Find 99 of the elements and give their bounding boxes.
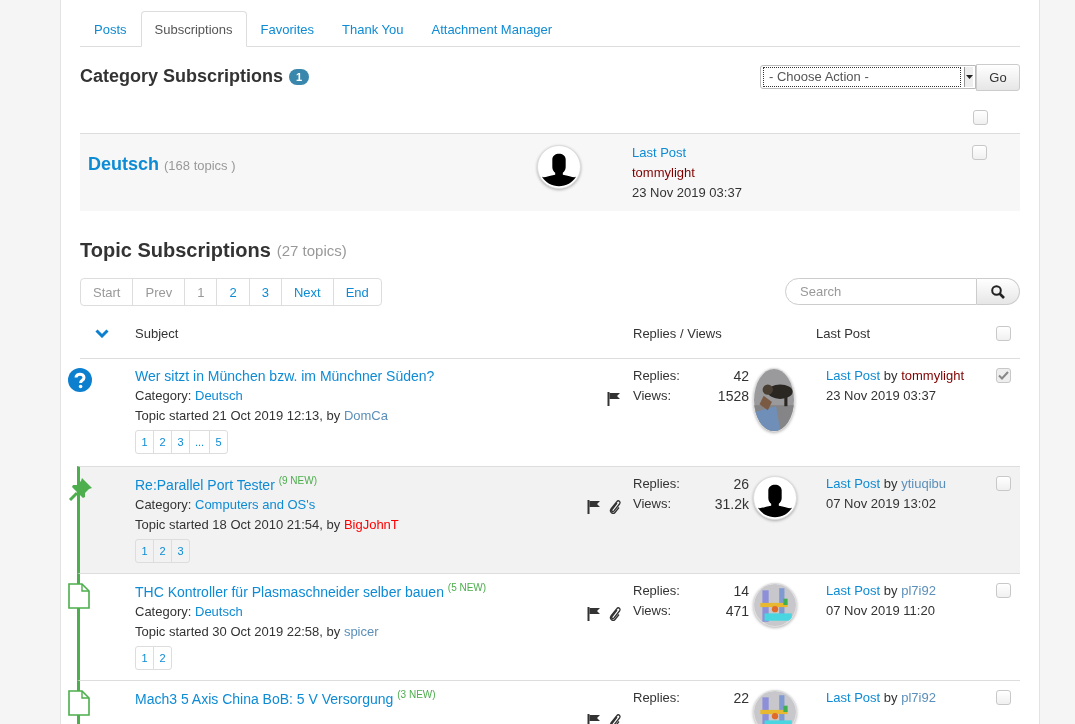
checkbox[interactable] xyxy=(996,368,1011,383)
document-icon xyxy=(68,583,90,609)
views-label: Views: xyxy=(633,388,673,404)
post-date: 07 Nov 2019 13:02 xyxy=(826,496,937,512)
username-link[interactable]: pl7i92 xyxy=(901,690,936,705)
last-post-link[interactable]: Last Post xyxy=(826,368,881,383)
topic-started-text: Topic started 18 Oct 2010 21:54, by xyxy=(135,517,341,532)
checkbox[interactable] xyxy=(972,145,987,160)
category-label: Category: xyxy=(135,497,192,512)
by-text: by xyxy=(883,368,898,383)
views-count: 471 xyxy=(725,603,749,619)
page-button[interactable]: ... xyxy=(189,430,211,454)
pin-icon xyxy=(68,476,94,502)
username-link[interactable]: ytiuqibu xyxy=(901,476,946,491)
category-link[interactable]: Deutsch xyxy=(195,604,243,619)
topic-title-link[interactable]: Wer sitzt in München bzw. im Münchner Süden? xyxy=(135,368,435,384)
checkbox[interactable] xyxy=(996,476,1011,491)
search-button[interactable] xyxy=(977,278,1020,305)
page-button[interactable]: End xyxy=(332,278,382,306)
checkbox[interactable] xyxy=(996,583,1011,598)
go-button[interactable]: Go xyxy=(976,64,1020,91)
username-link[interactable]: BigJohnT xyxy=(343,517,399,532)
category-link[interactable]: Deutsch xyxy=(195,388,243,403)
topic-count: (27 topics) xyxy=(276,242,347,259)
paperclip-icon[interactable] xyxy=(609,714,621,724)
paperclip-icon[interactable] xyxy=(609,500,621,514)
page-button[interactable]: 2 xyxy=(153,646,172,670)
replies-count: 42 xyxy=(733,368,749,384)
flag-icon[interactable] xyxy=(587,607,601,621)
post-date: 23 Nov 2019 03:37 xyxy=(632,185,743,201)
page-button[interactable]: 2 xyxy=(216,278,250,306)
topic-started-text: Topic started 21 Oct 2019 12:13, by xyxy=(135,408,341,423)
views-count: 31.2k xyxy=(714,496,749,512)
last-post-link[interactable]: Last Post xyxy=(826,476,881,491)
checkbox[interactable] xyxy=(996,690,1011,705)
username-link[interactable]: DomCa xyxy=(343,408,388,423)
search-field[interactable]: Search xyxy=(785,278,977,305)
category-link[interactable]: Deutsch xyxy=(88,154,159,175)
action-dropdown[interactable]: - Choose Action - xyxy=(760,65,976,89)
page-button[interactable]: 2 xyxy=(153,539,172,563)
category-label: Category: xyxy=(135,604,192,619)
category-label: Category: xyxy=(135,388,192,403)
flag-icon[interactable] xyxy=(587,500,601,514)
column-header: Last Post xyxy=(816,326,872,341)
username-link[interactable]: tommylight xyxy=(901,368,965,383)
views-label: Views: xyxy=(633,496,673,512)
column-header: Subject xyxy=(135,326,180,341)
username-link[interactable]: spicer xyxy=(343,624,379,639)
chevron-down-icon[interactable] xyxy=(94,329,109,338)
topic-title-link[interactable]: THC Kontroller für Plasmaschneider selber bauen $^{(5 NEW)}$ xyxy=(135,583,487,600)
paperclip-icon[interactable] xyxy=(609,607,621,621)
tab[interactable]: Attachment Manager xyxy=(417,11,567,47)
username-link[interactable]: pl7i92 xyxy=(901,583,936,598)
section-title: Topic Subscriptions xyxy=(80,239,271,262)
replies-label: Replies: xyxy=(633,690,681,706)
page-button[interactable]: Next xyxy=(280,278,334,306)
document-icon xyxy=(68,690,90,716)
replies-label: Replies: xyxy=(633,368,681,384)
last-post-link[interactable]: Last Post xyxy=(632,145,972,161)
flag-icon[interactable] xyxy=(587,714,601,724)
topic-title-link[interactable]: Mach3 5 Axis China BoB: 5 V Versorgung $^{(3 NEW)}$ xyxy=(135,690,436,707)
topic-started-text: Topic started 30 Oct 2019 22:58, by xyxy=(135,624,341,639)
views-label: Views: xyxy=(633,603,673,619)
replies-label: Replies: xyxy=(633,476,681,492)
page-button[interactable]: 5 xyxy=(209,430,229,454)
by-text: by xyxy=(883,476,898,491)
tab[interactable]: Posts xyxy=(80,11,141,47)
page-button[interactable]: 3 xyxy=(171,539,190,563)
post-date: 07 Nov 2019 11:20 xyxy=(826,603,936,619)
last-post-link[interactable]: Last Post xyxy=(826,690,881,705)
views-count: 1528 xyxy=(717,388,749,404)
section-title: Category Subscriptions xyxy=(80,66,284,87)
tab[interactable]: Favorites xyxy=(246,11,329,47)
checkbox[interactable] xyxy=(973,110,988,125)
help-icon xyxy=(68,368,92,392)
replies-count: 22 xyxy=(733,690,749,706)
username-link[interactable]: tommylight xyxy=(632,165,972,181)
search-icon xyxy=(991,284,1005,299)
page-button[interactable]: 3 xyxy=(248,278,282,306)
caret-icon xyxy=(965,75,973,79)
category-link[interactable]: Computers and OS's xyxy=(195,497,316,512)
column-header: Replies / Views xyxy=(633,326,723,341)
avatar-icon xyxy=(537,145,581,189)
tab[interactable]: Thank You xyxy=(328,11,418,47)
count-badge: 1 xyxy=(289,68,310,85)
by-text: by xyxy=(883,690,898,705)
replies-count: 14 xyxy=(733,583,749,599)
replies-label: Replies: xyxy=(633,583,681,599)
post-date: 23 Nov 2019 03:37 xyxy=(826,388,937,404)
by-text: by xyxy=(883,583,898,598)
avatar-icon xyxy=(753,476,797,520)
checkbox[interactable] xyxy=(996,326,1011,341)
topic-title-link[interactable]: Re:Parallel Port Tester $^{(9 NEW)}$ xyxy=(135,476,318,493)
page-button[interactable]: 1 xyxy=(135,646,154,670)
replies-count: 26 xyxy=(733,476,749,492)
flag-icon[interactable] xyxy=(607,392,621,406)
last-post-link[interactable]: Last Post xyxy=(826,583,881,598)
tab[interactable]: Subscriptions xyxy=(140,11,247,47)
topic-count: (168 topics ) xyxy=(164,158,236,173)
